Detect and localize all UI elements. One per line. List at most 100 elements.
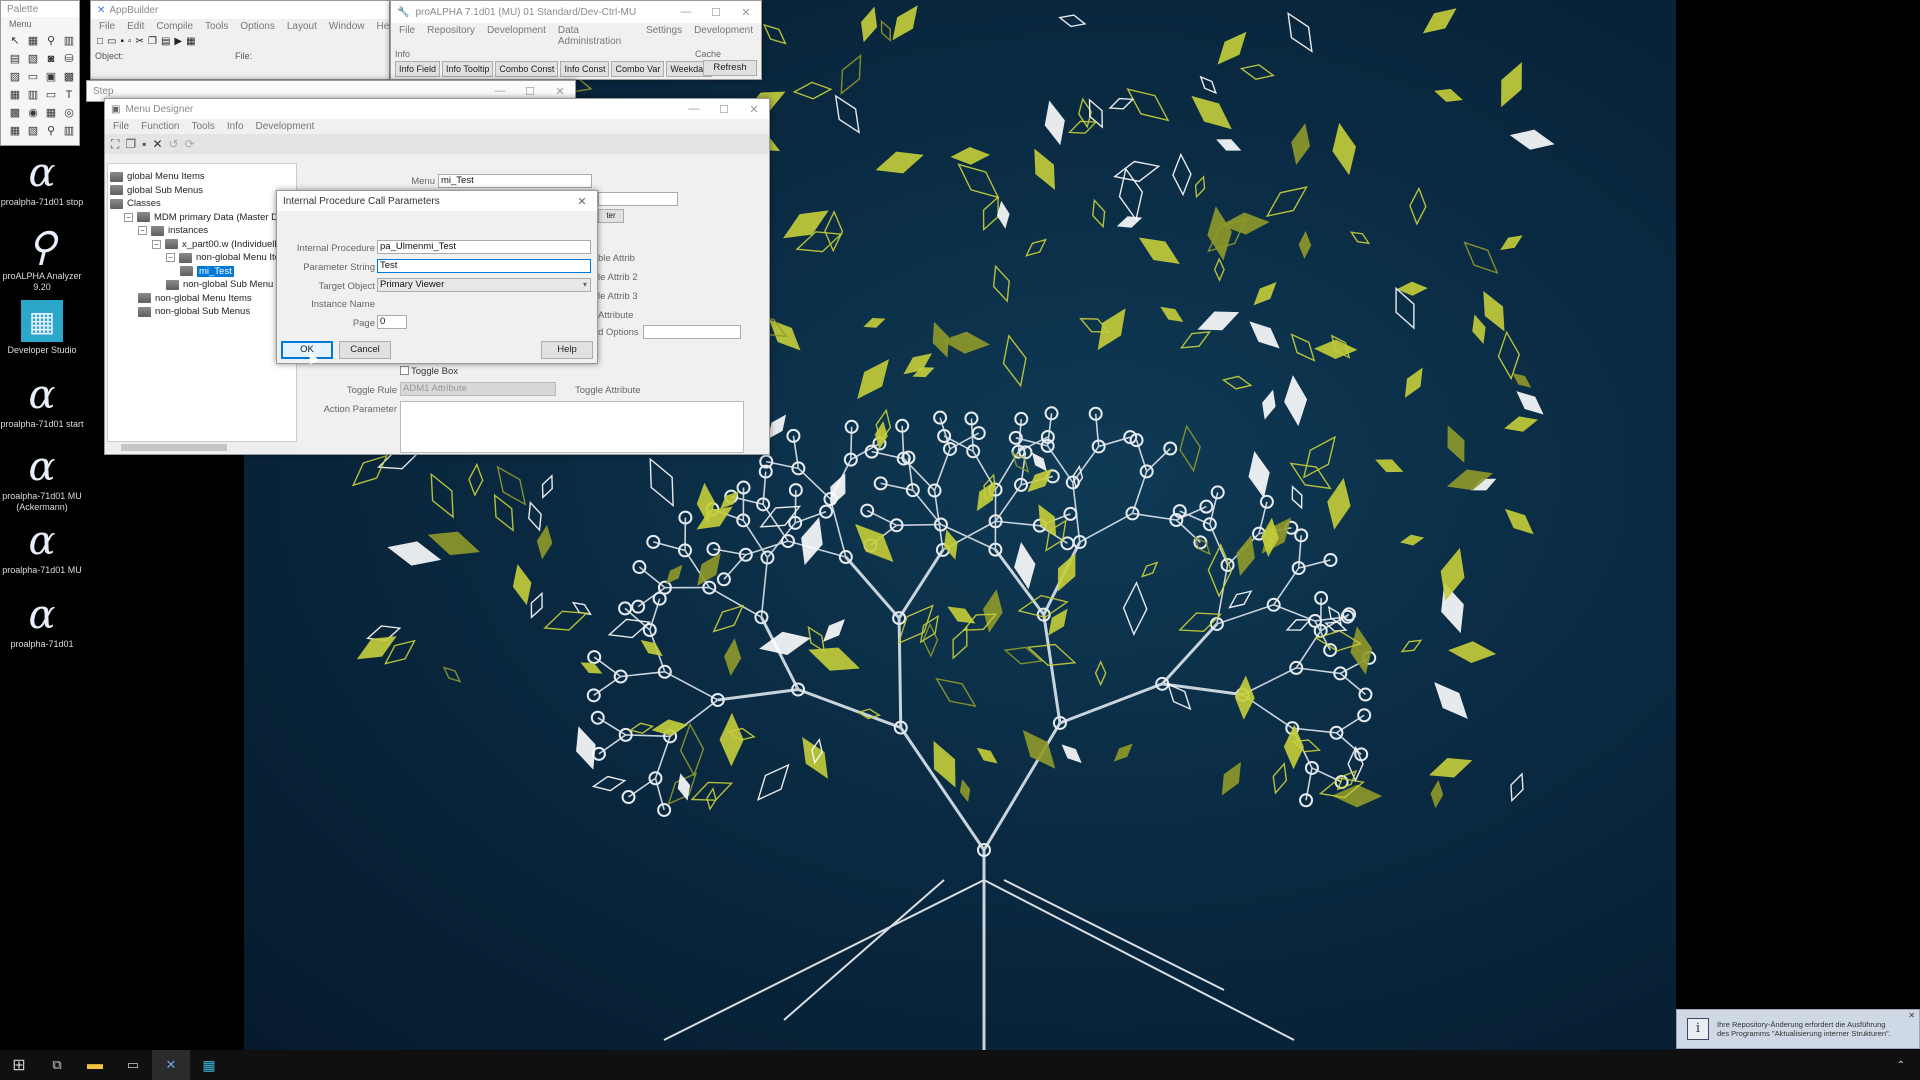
tree-horizontal-scrollbar[interactable] bbox=[107, 441, 297, 453]
tree-node[interactable]: Classes bbox=[110, 197, 161, 210]
palette-tool-icon[interactable]: ▥ bbox=[61, 123, 77, 139]
menu-item-file[interactable]: File bbox=[113, 121, 129, 132]
menu-item-settings[interactable]: Settings bbox=[646, 25, 682, 47]
appbuilder-icon[interactable]: ✕ bbox=[152, 1050, 190, 1080]
palette-tool-icon[interactable]: ⚲ bbox=[43, 33, 59, 49]
palette-tool-icon[interactable]: ▦ bbox=[25, 33, 41, 49]
toggle-box-checkbox[interactable] bbox=[400, 366, 409, 375]
menu-item-development[interactable]: Development bbox=[256, 121, 315, 132]
step-maximize-button[interactable]: ☐ bbox=[515, 85, 545, 98]
tree-node[interactable]: non-global Menu Items bbox=[138, 292, 252, 305]
palette-tool-icon[interactable]: T bbox=[61, 87, 77, 103]
toggle-rule-select[interactable]: ADM1 Attribute bbox=[400, 382, 556, 396]
open-icon[interactable]: ▭ bbox=[107, 36, 116, 47]
menu-item-data-administration[interactable]: Data Administration bbox=[558, 25, 634, 47]
palette-tool-icon[interactable]: ⚲ bbox=[43, 123, 59, 139]
options-field[interactable] bbox=[643, 325, 741, 339]
menu-item-layout[interactable]: Layout bbox=[287, 21, 317, 32]
palette-tool-icon[interactable]: ⛁ bbox=[61, 51, 77, 67]
target-object-select[interactable]: Primary Viewer ▾ bbox=[377, 278, 591, 292]
proalpha-window[interactable]: 🔧 proALPHA 7.1d01 (MU) 01 Standard/Dev-C… bbox=[390, 0, 762, 80]
task-view-icon[interactable]: ⧉ bbox=[38, 1050, 76, 1080]
md-maximize-button[interactable]: ☐ bbox=[709, 103, 739, 116]
palette-tool-icon[interactable]: ↖ bbox=[7, 33, 23, 49]
menu-item-function[interactable]: Function bbox=[141, 121, 179, 132]
appbuilder-titlebar[interactable]: ✕ AppBuilder bbox=[91, 1, 389, 19]
menu-item-development[interactable]: Development bbox=[487, 25, 546, 47]
menu-secondary-field[interactable] bbox=[598, 192, 678, 206]
tree-node[interactable]: global Sub Menus bbox=[110, 184, 203, 197]
maximize-button[interactable]: ☐ bbox=[701, 6, 731, 19]
menu-item-info[interactable]: Info bbox=[227, 121, 244, 132]
close-button[interactable]: ✕ bbox=[731, 6, 761, 19]
appbuilder-window[interactable]: ✕ AppBuilder File Edit Compile Tools Options… bbox=[90, 0, 397, 80]
help-button[interactable]: Help bbox=[541, 341, 593, 359]
minimize-button[interactable]: — bbox=[671, 6, 701, 19]
palette-tool-icon[interactable]: ▭ bbox=[25, 69, 41, 85]
palette-tool-icon[interactable]: ▧ bbox=[25, 123, 41, 139]
menu-item-development[interactable]: Development bbox=[694, 25, 753, 47]
info-button-info-const[interactable]: Info Const bbox=[560, 61, 610, 77]
desktop-icon[interactable]: α proalpha-71d01 MU bbox=[0, 520, 84, 576]
refresh-icon[interactable]: ⟳ bbox=[185, 137, 195, 151]
palette-tool-icon[interactable]: ◙ bbox=[43, 51, 59, 67]
new-icon[interactable]: □ bbox=[97, 36, 103, 47]
palette-window[interactable]: Palette Menu ↖ ▦ ⚲ ▥ ▤ ▧ ◙ ⛁ ▨ ▭ ▣ ▩ ▦ ▥ ▭ T ▩ ◉ ▦ ◎ ▦ ▧ ⚲ ▥ bbox=[0, 0, 80, 146]
menu-tree-panel[interactable]: global Menu Items global Sub Menus Classes… bbox=[107, 163, 302, 453]
tree-node[interactable]: global Menu Items bbox=[110, 170, 205, 183]
parameter-string-field[interactable]: Test bbox=[377, 259, 591, 273]
palette-tool-icon[interactable]: ▤ bbox=[7, 51, 23, 67]
internal-procedure-dialog[interactable]: Internal Procedure Call Parameters ✕ Int… bbox=[276, 190, 598, 365]
taskbar-chevron-up-icon[interactable]: ⌃ bbox=[1882, 1050, 1920, 1080]
palette-tool-icon[interactable]: ▧ bbox=[25, 51, 41, 67]
menu-designer-titlebar[interactable]: ▣ Menu Designer — ☐ ✕ bbox=[105, 99, 769, 119]
terminal-icon[interactable]: ▭ bbox=[114, 1050, 152, 1080]
tree-node[interactable]: mi_Test bbox=[180, 265, 234, 278]
tree-node[interactable]: − non-global Menu Iter bbox=[166, 251, 283, 264]
palette-tool-icon[interactable]: ▥ bbox=[61, 33, 77, 49]
tree-node[interactable]: − instances bbox=[138, 224, 208, 237]
menu-field[interactable]: mi_Test bbox=[438, 174, 592, 188]
copy-record-icon[interactable]: ❐ bbox=[125, 137, 136, 151]
desktop-icon[interactable]: α proalpha-71d01 bbox=[0, 594, 84, 650]
info-button-combo-const[interactable]: Combo Const bbox=[495, 61, 559, 77]
md-close-button[interactable]: ✕ bbox=[739, 103, 769, 116]
desktop-icon[interactable]: α proalpha-71d01 start bbox=[0, 374, 84, 430]
tree-node[interactable]: non-global Sub Menu bbox=[166, 278, 273, 291]
dialog-titlebar[interactable]: Internal Procedure Call Parameters ✕ bbox=[277, 191, 597, 211]
menu-item-tools[interactable]: Tools bbox=[191, 121, 214, 132]
expand-icon[interactable]: ⛶ bbox=[111, 137, 119, 152]
cut-icon[interactable]: ✂ bbox=[136, 36, 144, 47]
step-close-button[interactable]: ✕ bbox=[545, 85, 575, 98]
menu-item-tools[interactable]: Tools bbox=[205, 21, 228, 32]
palette-tool-icon[interactable]: ▩ bbox=[61, 69, 77, 85]
desktop-icon[interactable]: ⚲ proALPHA Analyzer 9.20 bbox=[0, 226, 84, 293]
print-icon[interactable]: ▫ bbox=[128, 36, 132, 47]
undo-icon[interactable]: ↺ bbox=[169, 137, 179, 151]
tree-expander-icon[interactable]: − bbox=[152, 239, 161, 249]
partial-button[interactable]: ter bbox=[598, 209, 624, 223]
save-icon[interactable]: ▪ bbox=[121, 36, 125, 47]
save-record-icon[interactable]: ▪ bbox=[142, 137, 146, 151]
menu-item-repository[interactable]: Repository bbox=[427, 25, 475, 47]
palette-titlebar[interactable]: Palette bbox=[1, 1, 79, 17]
palette-tool-icon[interactable]: ▦ bbox=[7, 87, 23, 103]
palette-tool-icon[interactable]: ▦ bbox=[43, 105, 59, 121]
grid-icon[interactable]: ▦ bbox=[186, 36, 195, 47]
menu-item-file[interactable]: File bbox=[99, 21, 115, 32]
palette-tool-icon[interactable]: ▦ bbox=[7, 123, 23, 139]
palette-tool-icon[interactable]: ▣ bbox=[43, 69, 59, 85]
step-minimize-button[interactable]: — bbox=[485, 85, 515, 98]
run-icon[interactable]: ▶ bbox=[174, 36, 182, 47]
desktop-icon[interactable]: ▦ Developer Studio bbox=[0, 300, 84, 356]
palette-tool-icon[interactable]: ▩ bbox=[7, 105, 23, 121]
file-explorer-icon[interactable]: ▬ bbox=[76, 1050, 114, 1080]
palette-tool-icon[interactable]: ▭ bbox=[43, 87, 59, 103]
internal-procedure-field[interactable]: pa_Ulmenmi_Test bbox=[377, 240, 591, 254]
dialog-close-button[interactable]: ✕ bbox=[567, 195, 597, 208]
proalpha-titlebar[interactable]: 🔧 proALPHA 7.1d01 (MU) 01 Standard/Dev-C… bbox=[391, 1, 761, 23]
menu-item-compile[interactable]: Compile bbox=[156, 21, 193, 32]
windows-start-icon[interactable]: ⊞ bbox=[0, 1050, 38, 1080]
notification-close-icon[interactable]: ✕ bbox=[1908, 1011, 1915, 1020]
notification-toast[interactable]: i Ihre Repository-Änderung erfordert die… bbox=[1676, 1009, 1920, 1049]
